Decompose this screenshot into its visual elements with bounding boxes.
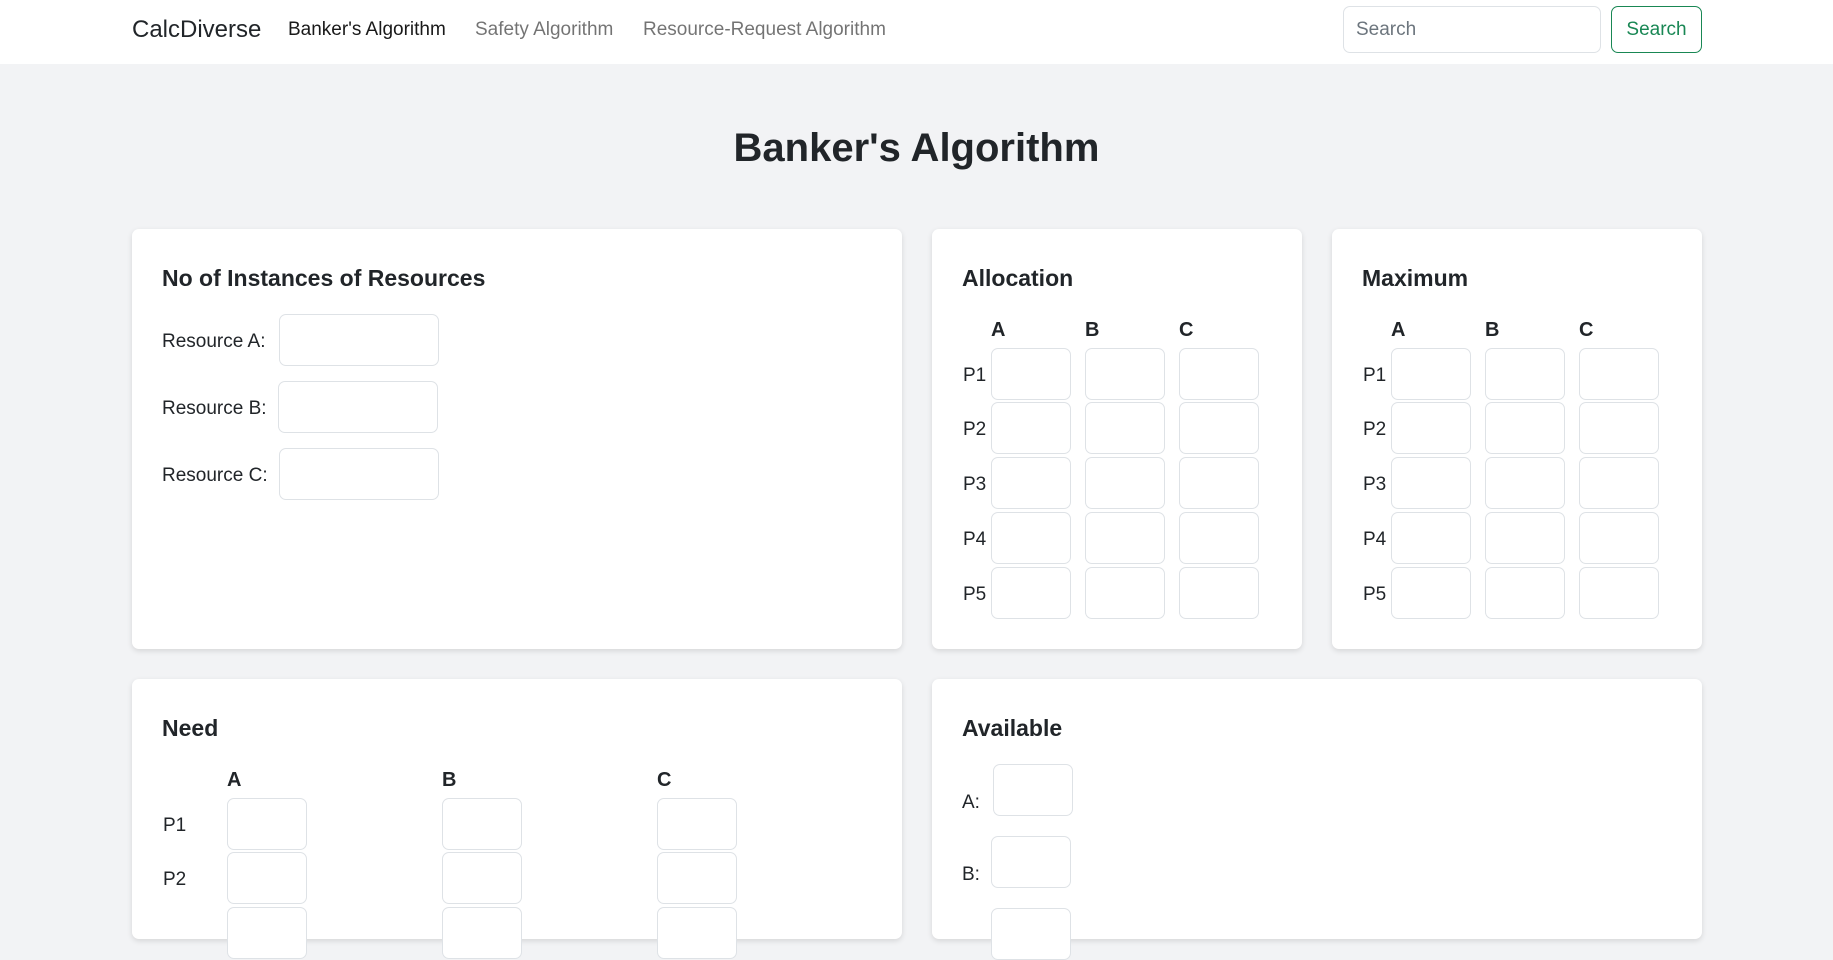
allocation-cell-p5-c[interactable]: [1179, 567, 1259, 619]
need-card-title: Need: [162, 715, 219, 741]
maximum-cell-p2-b[interactable]: [1485, 402, 1565, 454]
page-title: Banker's Algorithm: [733, 126, 1100, 170]
resource-c-input[interactable]: [279, 448, 439, 500]
available-b-label: B:: [962, 864, 980, 885]
resource-b-input[interactable]: [278, 381, 438, 433]
allocation-cell-p3-c[interactable]: [1179, 457, 1259, 509]
resource-a-input[interactable]: [279, 314, 439, 366]
maximum-row-p5: P5: [1363, 584, 1387, 605]
allocation-cell-p1-a[interactable]: [991, 348, 1071, 400]
maximum-cell-p3-c[interactable]: [1579, 457, 1659, 509]
need-col-a: A: [227, 769, 242, 791]
maximum-cell-p1-a[interactable]: [1391, 348, 1471, 400]
allocation-cell-p3-a[interactable]: [991, 457, 1071, 509]
maximum-col-b: B: [1485, 319, 1500, 341]
maximum-cell-p4-a[interactable]: [1391, 512, 1471, 564]
need-cell-p1-a[interactable]: [227, 798, 307, 850]
search-input[interactable]: [1343, 6, 1601, 53]
need-cell-p1-c[interactable]: [657, 798, 737, 850]
resource-b-label: Resource B:: [162, 398, 267, 419]
allocation-cell-p3-b[interactable]: [1085, 457, 1165, 509]
maximum-cell-p5-b[interactable]: [1485, 567, 1565, 619]
need-cell-p2-c[interactable]: [657, 852, 737, 904]
allocation-cell-p5-a[interactable]: [991, 567, 1071, 619]
resource-c-label: Resource C:: [162, 465, 268, 486]
available-a-label: A:: [962, 792, 980, 813]
available-card-title: Available: [962, 715, 1063, 741]
allocation-card-title: Allocation: [962, 265, 1074, 291]
navbar: CalcDiverse Banker's Algorithm Safety Al…: [0, 0, 1833, 64]
maximum-row-p1: P1: [1363, 365, 1387, 386]
nav-link-safety-algorithm[interactable]: Safety Algorithm: [475, 18, 613, 42]
allocation-col-a: A: [991, 319, 1006, 341]
instances-card-title: No of Instances of Resources: [162, 265, 486, 291]
allocation-cell-p2-a[interactable]: [991, 402, 1071, 454]
maximum-cell-p1-c[interactable]: [1579, 348, 1659, 400]
available-c-input[interactable]: [991, 908, 1071, 960]
search-button[interactable]: Search: [1611, 6, 1702, 53]
allocation-col-b: B: [1085, 319, 1100, 341]
allocation-row-p3: P3: [963, 474, 987, 495]
resource-a-label: Resource A:: [162, 331, 266, 352]
nav-link-resource-request-algorithm[interactable]: Resource-Request Algorithm: [643, 18, 886, 42]
maximum-col-c: C: [1579, 319, 1594, 341]
allocation-cell-p4-a[interactable]: [991, 512, 1071, 564]
allocation-col-c: C: [1179, 319, 1194, 341]
maximum-row-p4: P4: [1363, 529, 1387, 550]
maximum-row-p2: P2: [1363, 419, 1387, 440]
allocation-cell-p4-b[interactable]: [1085, 512, 1165, 564]
allocation-cell-p2-b[interactable]: [1085, 402, 1165, 454]
allocation-cell-p2-c[interactable]: [1179, 402, 1259, 454]
maximum-cell-p5-c[interactable]: [1579, 567, 1659, 619]
maximum-cell-p1-b[interactable]: [1485, 348, 1565, 400]
maximum-col-a: A: [1391, 319, 1406, 341]
brand-logo[interactable]: CalcDiverse: [132, 15, 261, 45]
allocation-row-p4: P4: [963, 529, 987, 550]
need-row-p2: P2: [163, 869, 187, 890]
available-a-input[interactable]: [993, 764, 1073, 816]
allocation-cell-p4-c[interactable]: [1179, 512, 1259, 564]
maximum-card-title: Maximum: [1362, 265, 1469, 291]
allocation-cell-p1-c[interactable]: [1179, 348, 1259, 400]
need-col-b: B: [442, 769, 457, 791]
allocation-row-p5: P5: [963, 584, 987, 605]
need-cell-p2-a[interactable]: [227, 852, 307, 904]
allocation-row-p2: P2: [963, 419, 987, 440]
maximum-cell-p3-b[interactable]: [1485, 457, 1565, 509]
allocation-cell-p5-b[interactable]: [1085, 567, 1165, 619]
maximum-cell-p2-c[interactable]: [1579, 402, 1659, 454]
need-col-c: C: [657, 769, 672, 791]
available-b-input[interactable]: [991, 836, 1071, 888]
need-card: Need A B C P1 P2: [132, 679, 902, 959]
available-card: Available A: B:: [932, 679, 1702, 960]
maximum-card: Maximum A B C P1 P2 P3 P4 P5: [1332, 229, 1702, 649]
maximum-row-p3: P3: [1363, 474, 1387, 495]
need-row-p1: P1: [163, 815, 187, 836]
need-cell-p1-b[interactable]: [442, 798, 522, 850]
instances-card: No of Instances of Resources Resource A:…: [132, 229, 902, 649]
nav-link-bankers-algorithm[interactable]: Banker's Algorithm: [288, 18, 446, 42]
allocation-cell-p1-b[interactable]: [1085, 348, 1165, 400]
allocation-card: Allocation A B C P1 P2 P3 P4 P5: [932, 229, 1302, 649]
maximum-cell-p4-c[interactable]: [1579, 512, 1659, 564]
maximum-cell-p4-b[interactable]: [1485, 512, 1565, 564]
maximum-cell-p2-a[interactable]: [1391, 402, 1471, 454]
allocation-row-p1: P1: [963, 365, 987, 386]
maximum-cell-p5-a[interactable]: [1391, 567, 1471, 619]
need-cell-p2-b[interactable]: [442, 852, 522, 904]
maximum-cell-p3-a[interactable]: [1391, 457, 1471, 509]
